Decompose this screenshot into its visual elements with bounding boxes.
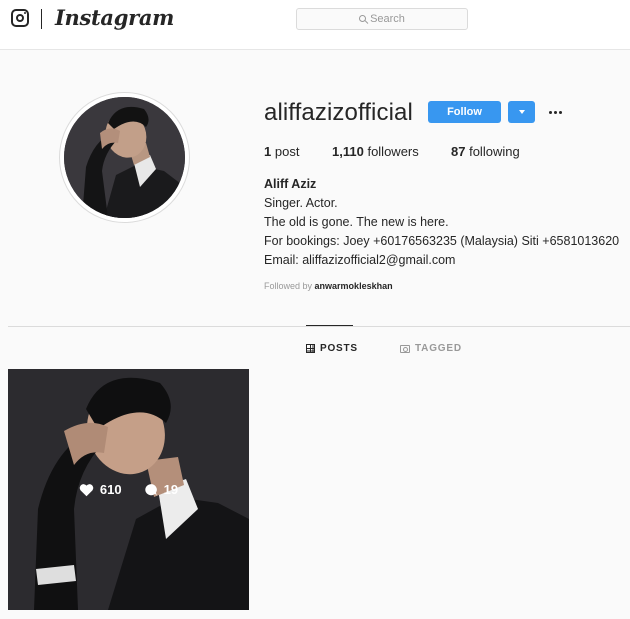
tab-tagged-label: TAGGED (415, 343, 462, 354)
post-hover-overlay: 610 19 (8, 369, 249, 610)
bio-line: Singer. Actor. (264, 196, 338, 210)
bio-line: For bookings: Joey +60176563235 (Malaysi… (264, 234, 620, 248)
avatar-photo (64, 97, 185, 218)
bio-line: The old is gone. The new is here. (264, 215, 449, 229)
post-comments: 19 (144, 482, 178, 497)
followed-by-user-link[interactable]: anwarmokleskhan (315, 281, 393, 291)
post-likes-count: 610 (99, 482, 122, 497)
posts-label: post (274, 144, 300, 159)
more-options-icon[interactable] (545, 102, 565, 122)
search-icon (359, 14, 367, 22)
profile-username: aliffazizofficial (264, 99, 413, 126)
grid-icon (306, 344, 315, 353)
post-comments-count: 19 (163, 482, 179, 497)
tab-posts[interactable]: POSTS (306, 343, 358, 354)
profile-avatar[interactable] (59, 92, 190, 223)
following-stat[interactable]: 87 following (451, 144, 520, 159)
nav-divider (41, 9, 42, 29)
following-label: following (469, 144, 520, 159)
following-count: 87 (451, 144, 466, 159)
avatar-illustration (64, 97, 185, 218)
followed-by-prefix: Followed by (264, 281, 313, 291)
bio-email: Email: aliffazizofficial2@gmail.com (264, 253, 456, 267)
followers-label: followers (367, 144, 419, 159)
followers-count: 1,110 (332, 144, 364, 159)
followed-by-text: Followed by anwarmokleskhan (264, 281, 393, 291)
followers-stat[interactable]: 1,110 followers (332, 144, 419, 159)
bio-full-name: Aliff Aziz (264, 177, 317, 191)
tab-tagged[interactable]: TAGGED (400, 343, 462, 354)
posts-count-stat: 1 post (264, 144, 299, 159)
suggestions-dropdown-button[interactable] (508, 101, 535, 123)
heart-icon (79, 483, 94, 496)
search-placeholder: Search (370, 13, 405, 25)
post-thumbnail[interactable]: 610 19 (8, 369, 249, 610)
active-tab-indicator (306, 325, 353, 326)
posts-count: 1 (264, 144, 272, 159)
post-likes: 610 (79, 482, 122, 497)
follow-button[interactable]: Follow (428, 101, 501, 123)
tabs-divider (8, 326, 630, 327)
instagram-glyph-icon[interactable] (11, 9, 29, 27)
chevron-down-icon (518, 110, 525, 114)
tagged-icon (400, 344, 410, 353)
search-input[interactable]: Search (296, 8, 468, 30)
comment-bubble-icon (144, 483, 157, 496)
tab-posts-label: POSTS (320, 343, 358, 354)
instagram-wordmark[interactable]: Instagram (55, 5, 174, 30)
top-navigation-bar: Instagram Search (0, 0, 630, 50)
